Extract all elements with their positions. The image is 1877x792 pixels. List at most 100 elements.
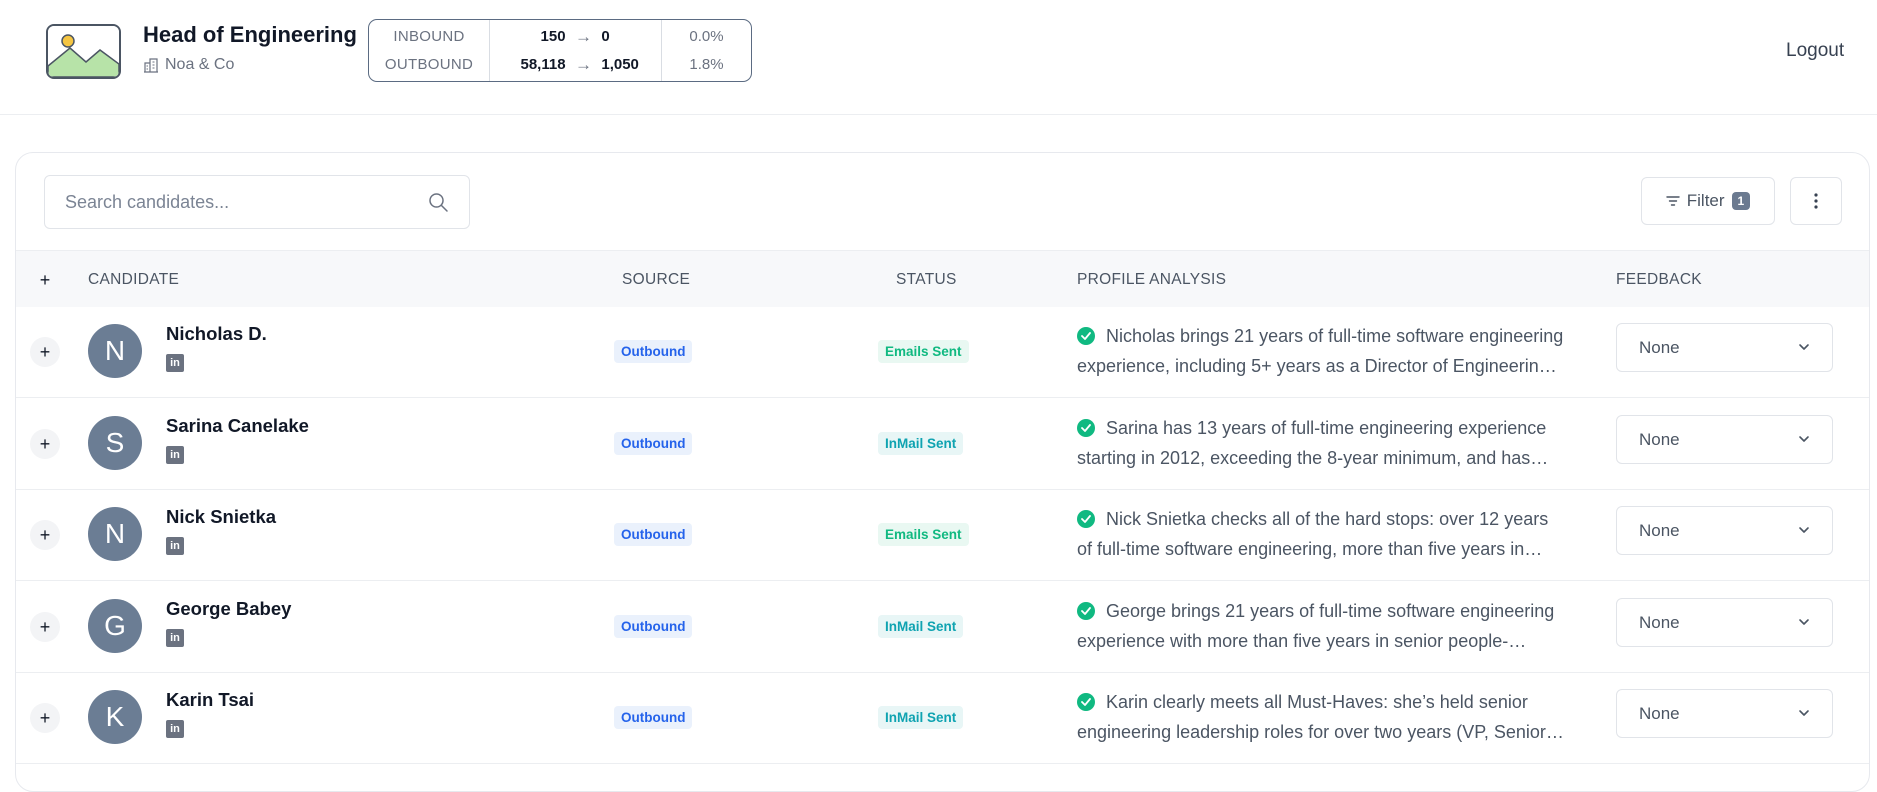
source-badge: Outbound <box>614 523 693 546</box>
linkedin-icon[interactable]: in <box>166 628 184 647</box>
expand-row-button[interactable]: + <box>30 337 60 367</box>
analysis-text-line-1: George brings 21 years of full-time soft… <box>1106 600 1555 621</box>
analysis-text-line-1: Nicholas brings 21 years of full-time so… <box>1106 326 1564 346</box>
linkedin-icon[interactable]: in <box>166 537 184 555</box>
feedback-value: None <box>1639 338 1680 357</box>
feedback-value: None <box>1639 612 1680 632</box>
expand-row-button[interactable]: + <box>30 520 60 550</box>
table-row[interactable]: + K Karin Tsai in Outbound InMail Sent Karin c… <box>16 673 1869 764</box>
feedback-select[interactable]: None <box>1616 414 1833 464</box>
search-icon[interactable] <box>428 192 449 213</box>
candidates-panel: Filter 1 + CANDIDATE SOURCE STATUS PROFI… <box>15 152 1870 792</box>
analysis-text-line-2: of full-time software engineering, more … <box>1077 539 1543 559</box>
expand-row-button[interactable]: + <box>30 611 60 642</box>
check-circle-icon <box>1077 693 1095 711</box>
status-badge: InMail Sent <box>878 431 964 455</box>
logout-button[interactable]: Logout <box>1786 40 1844 62</box>
inbound-label: INBOUND <box>393 27 465 45</box>
expand-row-button[interactable]: + <box>30 428 60 459</box>
outbound-percent: 1.8% <box>689 55 724 73</box>
more-options-button[interactable] <box>1790 177 1842 225</box>
profile-analysis: Nicholas brings 21 years of full-time so… <box>1077 321 1589 381</box>
feedback-value: None <box>1639 704 1680 723</box>
chevron-down-icon <box>1799 618 1809 625</box>
candidate-name[interactable]: Karin Tsai <box>166 689 254 711</box>
table-row[interactable]: + N Nick Snietka in Outbound Emails Sent Nick … <box>16 490 1869 581</box>
app-header: Head of Engineering Noa & Co INBOUND OUT… <box>0 0 1877 115</box>
table-row[interactable]: + S Sarina Canelake in Outbound InMail Sent Sa… <box>16 398 1869 490</box>
feedback-select[interactable]: None <box>1616 506 1833 555</box>
analysis-text-line-1: Sarina has 13 years of full-time enginee… <box>1106 417 1547 438</box>
header-status[interactable]: STATUS <box>896 251 957 308</box>
arrow-right-icon: → <box>574 54 592 74</box>
arrow-right-icon: → <box>574 26 592 46</box>
check-circle-icon <box>1077 601 1095 620</box>
avatar: N <box>88 324 142 378</box>
header-feedback[interactable]: FEEDBACK <box>1616 251 1702 308</box>
status-badge: InMail Sent <box>878 706 964 729</box>
analysis-text-line-2: starting in 2012, exceeding the 8-year m… <box>1077 447 1549 468</box>
candidate-name[interactable]: Sarina Canelake <box>166 415 309 437</box>
image-placeholder-icon <box>46 24 121 79</box>
profile-analysis: Karin clearly meets all Must-Haves: she’… <box>1077 687 1589 747</box>
filter-label: Filter <box>1686 191 1725 210</box>
building-icon <box>144 58 158 73</box>
profile-analysis: Sarina has 13 years of full-time enginee… <box>1077 413 1589 473</box>
analysis-text-line-2: experience, including 5+ years as a Dire… <box>1077 356 1557 376</box>
source-badge: Outbound <box>614 706 693 729</box>
check-circle-icon <box>1077 418 1095 437</box>
company-label: Noa & Co <box>165 56 235 73</box>
filter-button[interactable]: Filter 1 <box>1641 177 1775 225</box>
profile-analysis: Nick Snietka checks all of the hard stop… <box>1077 504 1589 564</box>
status-badge: InMail Sent <box>878 614 964 638</box>
candidate-name[interactable]: George Babey <box>166 598 291 620</box>
table-header: + CANDIDATE SOURCE STATUS PROFILE ANALYS… <box>16 250 1869 308</box>
avatar: G <box>88 598 142 653</box>
table-row[interactable]: + N Nicholas D. in Outbound Emails Sent Nichol… <box>16 307 1869 398</box>
check-circle-icon <box>1077 510 1095 528</box>
candidate-name[interactable]: Nick Snietka <box>166 506 276 528</box>
inbound-percent: 0.0% <box>689 27 724 45</box>
source-badge: Outbound <box>614 614 693 638</box>
inbound-to: 0 <box>601 28 610 45</box>
linkedin-icon[interactable]: in <box>166 354 184 372</box>
linkedin-icon[interactable]: in <box>166 445 184 464</box>
job-title: Head of Engineering <box>143 22 357 47</box>
search-box[interactable] <box>44 175 470 229</box>
chevron-down-icon <box>1799 435 1809 442</box>
analysis-text-line-1: Karin clearly meets all Must-Haves: she’… <box>1106 692 1528 712</box>
feedback-select[interactable]: None <box>1616 689 1833 738</box>
check-circle-icon <box>1077 327 1095 345</box>
chevron-down-icon <box>1799 710 1809 716</box>
header-profile-analysis[interactable]: PROFILE ANALYSIS <box>1077 251 1226 308</box>
avatar: K <box>88 690 142 744</box>
profile-analysis: George brings 21 years of full-time soft… <box>1077 596 1589 656</box>
feedback-value: None <box>1639 521 1680 540</box>
candidate-name[interactable]: Nicholas D. <box>166 323 267 345</box>
search-input[interactable] <box>65 176 425 228</box>
status-badge: Emails Sent <box>878 340 969 363</box>
header-source[interactable]: SOURCE <box>622 251 690 308</box>
source-badge: Outbound <box>614 340 693 363</box>
expand-row-button[interactable]: + <box>30 703 60 733</box>
header-candidate[interactable]: CANDIDATE <box>88 251 179 308</box>
inbound-from: 150 <box>540 28 566 45</box>
company-name: Noa & Co <box>143 56 234 74</box>
feedback-value: None <box>1639 429 1680 449</box>
expand-all-button[interactable]: + <box>30 265 60 295</box>
funnel-stats: INBOUND OUTBOUND 150 → 0 58,118 → 1,050 … <box>368 19 752 82</box>
feedback-select[interactable]: None <box>1616 597 1833 647</box>
filter-count-badge: 1 <box>1731 192 1751 210</box>
table-row[interactable]: + G George Babey in Outbound InMail Sent Georg… <box>16 581 1869 673</box>
more-vertical-icon <box>1814 193 1818 209</box>
outbound-to: 1,050 <box>601 56 639 73</box>
source-badge: Outbound <box>614 431 693 455</box>
outbound-from: 58,118 <box>520 56 566 73</box>
chevron-down-icon <box>1799 344 1809 350</box>
status-badge: Emails Sent <box>878 523 969 546</box>
analysis-text-line-2: experience with more than five years in … <box>1077 630 1527 651</box>
avatar: S <box>88 415 142 470</box>
chevron-down-icon <box>1799 527 1809 533</box>
linkedin-icon[interactable]: in <box>166 720 184 738</box>
feedback-select[interactable]: None <box>1616 323 1833 372</box>
